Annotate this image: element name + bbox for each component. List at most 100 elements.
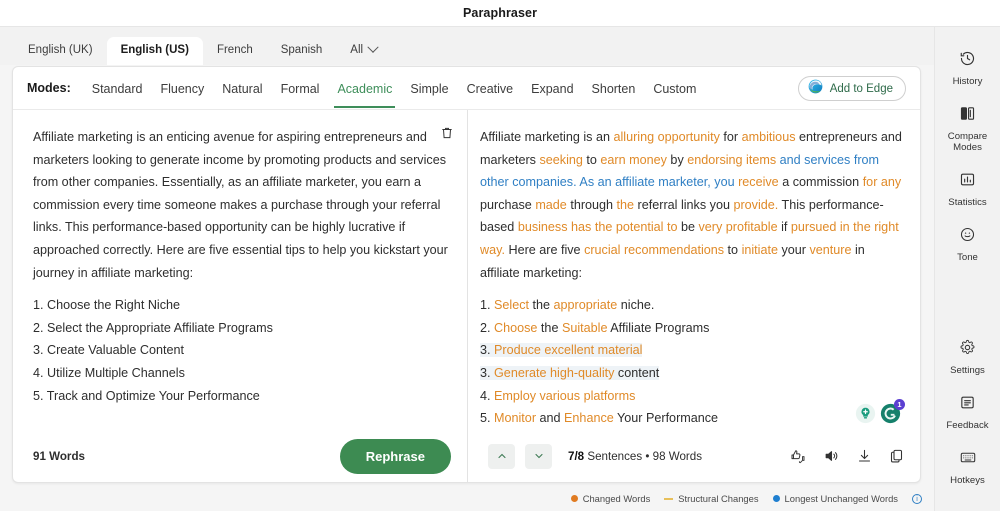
output-segment-plain: by bbox=[666, 152, 688, 167]
mode-shorten[interactable]: Shorten bbox=[583, 69, 645, 108]
output-segment-plain: Affiliate Programs bbox=[607, 320, 710, 335]
highlighted-sentence: 3. Produce excellent material bbox=[480, 343, 643, 358]
output-list-item: 2. Choose the Suitable Affiliate Program… bbox=[480, 317, 902, 340]
input-footer: 91 Words Rephrase bbox=[13, 430, 467, 482]
output-segment-plain: content bbox=[614, 365, 660, 380]
output-segment-changed: made bbox=[535, 197, 567, 212]
page-title: Paraphraser bbox=[462, 6, 538, 20]
language-tab-french[interactable]: French bbox=[203, 37, 267, 66]
output-segment-plain: 1. bbox=[480, 298, 495, 313]
output-segment-changed: Generate high-quality bbox=[494, 365, 615, 380]
feedback-icon bbox=[959, 394, 976, 416]
output-segment-changed: endorsing items bbox=[687, 152, 777, 167]
output-segment-plain: to bbox=[582, 152, 601, 167]
mode-expand[interactable]: Expand bbox=[522, 69, 582, 108]
input-word-count: 91 Words bbox=[33, 449, 85, 463]
mode-academic[interactable]: Academic bbox=[328, 69, 401, 108]
language-tab-all-label: All bbox=[350, 43, 364, 56]
output-segment-changed: Suitable bbox=[561, 320, 608, 335]
thumbs-feedback-icon[interactable] bbox=[790, 448, 806, 464]
rail-item-label: Settings bbox=[950, 365, 985, 376]
language-tab-all[interactable]: All bbox=[336, 37, 391, 66]
output-text-area[interactable]: Affiliate marketing is an alluring oppor… bbox=[468, 110, 920, 430]
prev-sentence-button[interactable] bbox=[488, 443, 515, 469]
editor-panes: Affiliate marketing is an enticing avenu… bbox=[13, 110, 920, 482]
add-to-edge-button[interactable]: Add to Edge bbox=[797, 76, 906, 101]
output-segment-changed: venture bbox=[809, 242, 852, 257]
rail-item-label: Hotkeys bbox=[950, 475, 985, 486]
mode-fluency[interactable]: Fluency bbox=[151, 69, 213, 108]
legend-item: Structural Changes bbox=[664, 493, 759, 504]
output-list-item: 5. Monitor and Enhance Your Performance bbox=[480, 407, 902, 430]
mode-custom[interactable]: Custom bbox=[644, 69, 705, 108]
history-icon bbox=[959, 50, 976, 72]
mode-natural[interactable]: Natural bbox=[213, 69, 271, 108]
add-to-edge-label: Add to Edge bbox=[829, 82, 893, 95]
download-icon[interactable] bbox=[857, 448, 872, 464]
output-segment-changed: ambitious bbox=[741, 130, 796, 144]
edge-logo-icon bbox=[808, 79, 823, 99]
rail-item-settings[interactable]: Settings bbox=[935, 330, 1000, 385]
language-tab-english-us[interactable]: English (US) bbox=[106, 36, 203, 65]
rail-item-feedback[interactable]: Feedback bbox=[935, 385, 1000, 440]
output-segment-plain: be bbox=[677, 220, 699, 235]
rail-item-compare-modes[interactable]: Compare Modes bbox=[935, 96, 1000, 162]
output-segment-plain: 5. bbox=[480, 411, 495, 426]
output-segment-changed: Employ various platforms bbox=[494, 388, 636, 403]
input-list-item: 4. Utilize Multiple Channels bbox=[33, 365, 185, 380]
copy-icon[interactable] bbox=[889, 448, 904, 464]
mode-standard[interactable]: Standard bbox=[83, 69, 152, 108]
input-paragraph: Affiliate marketing is an enticing avenu… bbox=[33, 130, 448, 280]
mode-simple[interactable]: Simple bbox=[401, 69, 457, 108]
output-segment-structural: As an affiliate marketer, you bbox=[579, 175, 735, 190]
language-tab-bar: English (UK) English (US) French Spanish All bbox=[0, 27, 1000, 65]
rail-item-tone[interactable]: Tone bbox=[935, 217, 1000, 272]
sentence-counter: 7/8 Sentences • 98 Words bbox=[568, 450, 702, 463]
rail-item-label: Compare Modes bbox=[947, 131, 988, 153]
output-segment-changed: Produce excellent material bbox=[494, 343, 643, 358]
legend-label: Longest Unchanged Words bbox=[784, 493, 898, 504]
right-rail: History Compare Modes Statistics Tone Setti… bbox=[934, 27, 1000, 511]
rail-item-statistics[interactable]: Statistics bbox=[935, 162, 1000, 217]
output-action-icons bbox=[790, 448, 904, 464]
trash-icon[interactable] bbox=[440, 125, 454, 146]
output-segment-plain: through bbox=[566, 197, 617, 212]
output-list-item: 3. Produce excellent material bbox=[480, 339, 902, 362]
language-tab-spanish[interactable]: Spanish bbox=[267, 37, 337, 66]
output-segment-plain: purchase bbox=[480, 197, 536, 212]
rail-item-history[interactable]: History bbox=[935, 41, 1000, 96]
rephrase-button[interactable]: Rephrase bbox=[339, 438, 451, 474]
language-tab-english-uk[interactable]: English (UK) bbox=[14, 37, 107, 66]
grammarly-icon[interactable]: 1 bbox=[880, 399, 905, 424]
output-segment-plain: the bbox=[529, 298, 554, 313]
speaker-icon[interactable] bbox=[823, 448, 840, 464]
output-segment-changed: very profitable bbox=[698, 220, 778, 235]
output-segment-changed: Enhance bbox=[564, 411, 614, 426]
info-icon[interactable]: i bbox=[912, 493, 922, 504]
input-text-area[interactable]: Affiliate marketing is an enticing avenu… bbox=[13, 110, 467, 430]
output-segment-plain: niche. bbox=[617, 298, 655, 313]
legend-item: Longest Unchanged Words bbox=[772, 493, 898, 504]
legend-marker-dash bbox=[664, 497, 674, 500]
title-bar: Paraphraser bbox=[0, 0, 1000, 27]
output-segment-changed: Choose bbox=[494, 320, 538, 335]
output-segment-plain: 4. bbox=[480, 388, 495, 403]
highlighted-sentence: 3. Generate high-quality content bbox=[480, 365, 660, 380]
rail-item-hotkeys[interactable]: Hotkeys bbox=[935, 440, 1000, 495]
modes-bar: Modes: Standard Fluency Natural Formal Acade… bbox=[13, 67, 920, 110]
output-segment-changed: for any bbox=[862, 175, 902, 190]
sentence-counter-label: Sentences • 98 Words bbox=[584, 449, 703, 463]
mode-formal[interactable]: Formal bbox=[272, 69, 329, 108]
rail-top-group: History Compare Modes Statistics Tone bbox=[935, 41, 1000, 272]
output-list-item: 3. Generate high-quality content bbox=[480, 362, 902, 385]
idea-bulb-icon[interactable] bbox=[855, 403, 876, 424]
next-sentence-button[interactable] bbox=[525, 443, 552, 469]
assistant-floating-icons: 1 bbox=[853, 399, 905, 426]
output-segment-plain: if bbox=[777, 220, 791, 235]
paraphraser-card: Modes: Standard Fluency Natural Formal Acade… bbox=[12, 66, 921, 483]
output-segment-plain: your bbox=[777, 242, 810, 257]
modes-label: Modes: bbox=[27, 81, 71, 95]
output-segment-changed: Monitor bbox=[494, 411, 537, 426]
output-segment-plain: 3. bbox=[480, 343, 495, 358]
mode-creative[interactable]: Creative bbox=[458, 69, 523, 108]
